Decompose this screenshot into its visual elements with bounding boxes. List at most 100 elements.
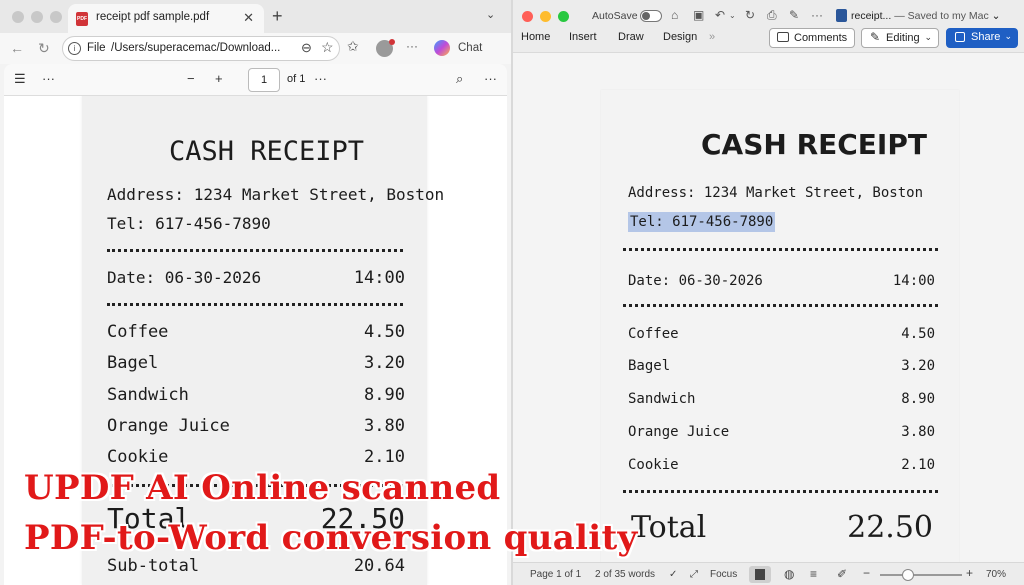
item-name: Sandwich [107, 385, 189, 405]
word-count[interactable]: 2 of 35 words [595, 569, 655, 580]
close-window-button[interactable] [12, 11, 24, 23]
document-canvas[interactable]: CASH RECEIPT Address: 1234 Market Street… [513, 53, 1024, 562]
item-name: Sandwich [628, 391, 696, 407]
back-arrow-icon[interactable]: ← [10, 40, 24, 56]
total-value: 22.50 [847, 510, 933, 545]
status-bar: Page 1 of 1 2 of 35 words ✓ ⤢ Focus ◍ ≡ … [513, 562, 1024, 585]
reload-icon[interactable]: ↻ [38, 40, 50, 57]
share-button[interactable]: Share ⌄ [946, 28, 1018, 48]
receipt-date: Date: 06-30-2026 [107, 268, 262, 287]
draft-icon[interactable]: ✐ [837, 567, 847, 581]
converted-receipt-page[interactable]: CASH RECEIPT Address: 1234 Market Street… [601, 90, 959, 562]
focus-icon[interactable]: ⤢ [690, 569, 698, 580]
ribbon-overflow-icon[interactable]: » [709, 31, 715, 43]
comments-button[interactable]: Comments [769, 28, 855, 48]
pdf-more-right-icon[interactable]: ··· [314, 71, 327, 86]
chevron-down-icon: ⌄ [924, 32, 932, 42]
tab-insert[interactable]: Insert [569, 31, 597, 43]
comments-label: Comments [794, 32, 848, 44]
editing-mode-button[interactable]: ✎ Editing ⌄ [861, 28, 939, 48]
total-label: Total [631, 510, 707, 545]
info-icon[interactable]: i [68, 42, 81, 55]
subtotal-label: Sub-total [107, 556, 200, 576]
undo-icon[interactable]: ↶ [715, 8, 725, 22]
tab-strip: PDF receipt pdf sample.pdf ✕ + ⌄ [0, 0, 511, 33]
new-tab-button[interactable]: + [272, 6, 283, 27]
more-options-icon[interactable]: ··· [406, 39, 418, 53]
favorites-icon[interactable]: ✩ [347, 38, 359, 55]
receipt-date: Date: 06-30-2026 [628, 273, 763, 289]
dotted-divider [107, 249, 403, 252]
web-layout-icon[interactable]: ◍ [784, 567, 794, 581]
more-commands-icon[interactable]: ··· [811, 8, 823, 22]
save-icon[interactable]: ▣ [693, 8, 704, 22]
zoom-in-icon[interactable]: + [966, 566, 973, 580]
zoom-out-button[interactable]: − [187, 71, 195, 86]
print-icon[interactable]: ⎙ [767, 8, 777, 23]
receipt-page: CASH RECEIPT Address: 1234 Market Street… [82, 96, 444, 585]
search-icon[interactable]: ⌕ [456, 71, 463, 87]
print-layout-button[interactable] [749, 566, 771, 583]
page-count: of 1 [287, 73, 306, 85]
tab-draw[interactable]: Draw [618, 31, 644, 43]
redo-icon[interactable]: ↻ [745, 8, 755, 22]
editing-label: Editing [886, 32, 920, 44]
notification-dot-icon [389, 39, 395, 45]
close-window-button[interactable] [522, 11, 533, 22]
tab-home[interactable]: Home [521, 31, 550, 43]
contents-list-icon[interactable]: ☰ [14, 71, 26, 87]
autosave-label: AutoSave [592, 10, 638, 22]
copilot-logo-icon [434, 40, 450, 56]
zoom-window-button[interactable] [50, 11, 62, 23]
zoom-in-button[interactable]: + [215, 71, 223, 86]
subtotal-value: 20.64 [353, 556, 405, 576]
minimize-window-button[interactable] [540, 11, 551, 22]
zoom-slider-track[interactable] [880, 574, 962, 576]
tab-design[interactable]: Design [663, 31, 697, 43]
address-bar-row: ← ↻ i File /Users/superacemac/Download..… [0, 33, 511, 64]
receipt-title: CASH RECEIPT [701, 128, 927, 161]
minimize-window-button[interactable] [31, 11, 43, 23]
dotted-divider [623, 248, 938, 251]
page-number-input[interactable]: 1 [248, 68, 280, 92]
tab-list-chevron-icon[interactable]: ⌄ [486, 8, 495, 21]
home-icon[interactable]: ⌂ [671, 8, 678, 22]
tab-title: receipt pdf sample.pdf [96, 11, 210, 23]
focus-button[interactable]: Focus [710, 569, 737, 580]
receipt-address: Address: 1234 Market Street, Boston [628, 185, 924, 201]
receipt-tel: Tel: 617-456-7890 [107, 214, 271, 233]
item-name: Bagel [107, 353, 159, 373]
share-label: Share [971, 31, 1001, 43]
item-name: Coffee [107, 322, 169, 342]
pdf-overflow-icon[interactable]: ··· [484, 71, 497, 86]
pdf-more-left-icon[interactable]: ··· [42, 71, 55, 86]
close-tab-icon[interactable]: ✕ [243, 10, 254, 26]
customize-toolbar-icon[interactable]: ✎ [789, 8, 799, 22]
chat-button[interactable]: Chat [432, 38, 494, 59]
page-indicator[interactable]: Page 1 of 1 [530, 569, 581, 580]
autosave-toggle[interactable] [640, 10, 662, 22]
item-price: 3.80 [364, 416, 405, 436]
browser-tab[interactable]: PDF receipt pdf sample.pdf ✕ [68, 4, 264, 33]
zoom-out-icon[interactable]: − [863, 566, 870, 580]
outline-icon[interactable]: ≡ [810, 567, 817, 581]
url-field[interactable]: i File /Users/superacemac/Download... ⊖ … [62, 36, 340, 61]
undo-chevron-icon[interactable]: ⌄ [729, 11, 736, 20]
document-title[interactable]: receipt... — Saved to my Mac ⌄ [851, 10, 1000, 22]
pencil-icon: ✎ [870, 30, 881, 44]
zoom-magnifier-icon[interactable]: ⊖ [301, 40, 312, 56]
selected-tel-text[interactable]: Tel: 617-456-7890 [628, 212, 776, 232]
zoom-window-button[interactable] [558, 11, 569, 22]
pdf-toolbar: ☰ ··· − + 1 of 1 ··· ⌕ ··· [4, 64, 507, 96]
zoom-percent[interactable]: 70% [986, 569, 1006, 580]
zoom-slider-thumb[interactable] [902, 569, 914, 581]
dotted-divider [623, 490, 938, 493]
favorite-star-icon[interactable]: ☆ [321, 39, 334, 56]
url-scheme: File [87, 42, 106, 54]
title-chevron-icon: ⌄ [991, 10, 1001, 22]
proofing-icon[interactable]: ✓ [669, 569, 677, 580]
chevron-down-icon: ⌄ [1004, 31, 1012, 41]
item-name: Bagel [628, 358, 671, 374]
pdf-file-icon: PDF [76, 12, 88, 26]
pdf-viewport[interactable]: CASH RECEIPT Address: 1234 Market Street… [4, 96, 507, 585]
